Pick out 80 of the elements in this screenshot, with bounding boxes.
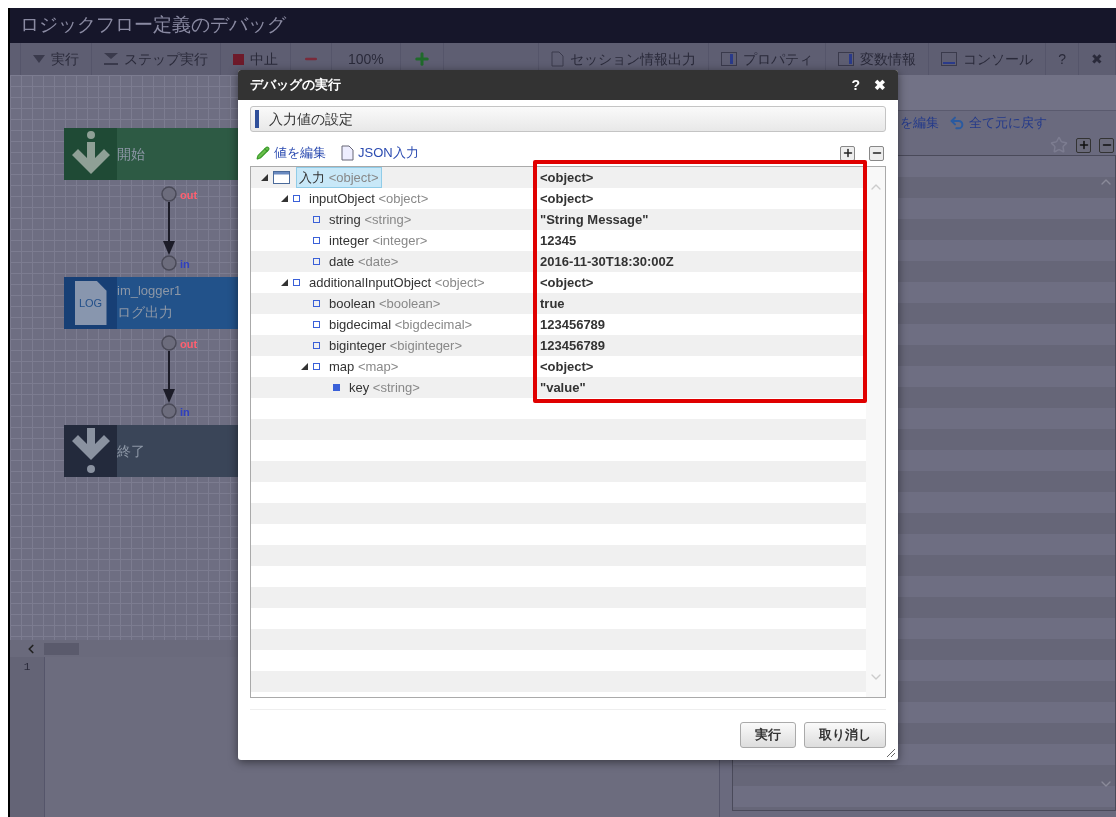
tree-value-cell-text: <object>: [539, 357, 594, 376]
port-label: out: [180, 188, 198, 203]
plus-icon: [841, 147, 854, 159]
port-label: in: [180, 257, 190, 272]
square-icon: [313, 216, 320, 223]
tree-node-label[interactable]: key <string>: [346, 377, 423, 398]
panel-icon: [838, 52, 855, 66]
section-title: 入力値の設定: [269, 109, 353, 129]
down-arrow-icon: [70, 428, 111, 474]
line-number: 1: [22, 660, 32, 675]
undo-icon: [949, 115, 965, 131]
square-icon: [333, 384, 340, 391]
square-icon: [313, 300, 320, 307]
window-title: ロジックフロー定義のデバッグ: [20, 13, 286, 38]
tree-value-cell-text: "value": [539, 378, 586, 397]
port-circle-icon: [161, 403, 177, 419]
tree-node-label[interactable]: boolean <boolean>: [326, 293, 444, 314]
expanded-triangle-icon[interactable]: [261, 174, 268, 181]
log-file-icon: LOG: [74, 281, 107, 325]
square-icon: [313, 258, 320, 265]
json-input-link[interactable]: JSON入力: [340, 143, 419, 163]
port-label: in: [180, 405, 190, 420]
tree-value-cell-text: <object>: [539, 189, 594, 208]
tree-value-cell-text: 123456789: [539, 315, 606, 334]
star-icon[interactable]: [1050, 136, 1068, 154]
tree-node-label[interactable]: date <date>: [326, 251, 402, 272]
tree-node-label[interactable]: string <string>: [326, 209, 415, 230]
expanded-triangle-icon[interactable]: [281, 195, 288, 202]
window-icon: [273, 171, 290, 184]
dialog-header-button[interactable]: ?: [851, 74, 860, 96]
tree-value-cell-text: <object>: [539, 168, 594, 187]
panel-icon: [941, 52, 958, 66]
tree-node-label[interactable]: additionalInputObject <object>: [306, 272, 488, 293]
port-circle-icon: [161, 186, 177, 202]
expanded-triangle-icon[interactable]: [281, 279, 288, 286]
tree-node-label[interactable]: inputObject <object>: [306, 188, 432, 209]
square-icon: [313, 363, 320, 370]
tree-value-cell-text: true: [539, 294, 565, 313]
node-label: ログ出力: [117, 303, 174, 322]
panel-icon: [721, 52, 738, 66]
node-label: 開始: [117, 145, 145, 164]
plus-icon: [412, 50, 431, 68]
document-icon: [551, 51, 565, 67]
dialog-title: デバッグの実行: [250, 76, 341, 95]
resize-grip-icon[interactable]: [885, 747, 895, 757]
node-id: im_logger1: [117, 282, 182, 300]
tree-value-cell-text: 12345: [539, 231, 577, 250]
pencil-icon: [256, 146, 270, 160]
port-circle-icon: [161, 255, 177, 271]
connector-arrow: [161, 351, 177, 403]
square-icon: [313, 342, 320, 349]
square-icon: [293, 195, 300, 202]
tree-value-cell-text: 123456789: [539, 336, 606, 355]
tree-value-cell-text: 2016-11-30T18:30:00Z: [539, 252, 674, 271]
down-arrow-icon: [70, 131, 111, 177]
tree-node-label[interactable]: bigdecimal <bigdecimal>: [326, 314, 476, 335]
plus-icon: [1077, 139, 1090, 151]
expanded-triangle-icon[interactable]: [301, 363, 308, 370]
dialog-button[interactable]: 実行: [740, 722, 796, 748]
square-icon: [313, 237, 320, 244]
port-circle-icon: [161, 335, 177, 351]
square-icon: [313, 321, 320, 328]
tree-node-label[interactable]: biginteger <biginteger>: [326, 335, 465, 356]
tree-value-cell-text: "String Message": [539, 210, 649, 229]
collapse-all-button[interactable]: [869, 145, 884, 161]
document-icon: [340, 145, 354, 161]
tree-node-label[interactable]: 入力 <object>: [296, 167, 382, 188]
dialog-button[interactable]: 取り消し: [804, 722, 886, 748]
square-icon: [293, 279, 300, 286]
stop-icon: [233, 53, 244, 65]
expand-all-button[interactable]: [840, 145, 855, 161]
tree-node-label[interactable]: map <map>: [326, 356, 402, 377]
tree-value-cell-text: <object>: [539, 273, 594, 292]
node-label: 終了: [117, 442, 145, 461]
connector-arrow: [161, 202, 177, 255]
dialog-header-button[interactable]: ✖: [874, 74, 886, 96]
port-label: out: [180, 337, 198, 352]
triangle-down-icon: [33, 55, 45, 63]
tree-node-label[interactable]: integer <integer>: [326, 230, 431, 251]
step-icon: [104, 53, 118, 65]
